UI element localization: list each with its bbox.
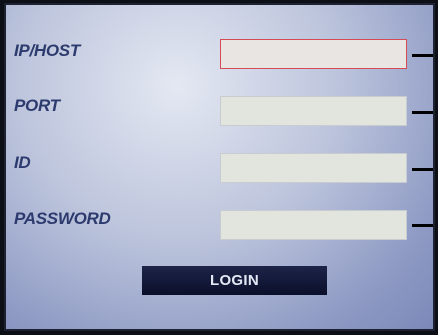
port-pointer-line (412, 111, 433, 114)
port-input[interactable] (221, 97, 406, 125)
id-label: ID (14, 153, 31, 172)
id-pointer-line (412, 168, 433, 171)
ip-host-input[interactable] (221, 40, 406, 68)
password-label: PASSWORD (14, 209, 111, 228)
id-field[interactable] (220, 153, 407, 183)
port-label: PORT (14, 96, 60, 115)
login-button[interactable]: LOGIN (142, 266, 327, 295)
login-screen: IP/HOST PORT ID PASSWORD LOGIN (4, 3, 435, 331)
password-pointer-line (412, 224, 433, 227)
password-field[interactable] (220, 210, 407, 240)
port-field[interactable] (220, 96, 407, 126)
ip-host-field[interactable] (220, 39, 407, 69)
ip-host-pointer-line (412, 54, 433, 57)
id-input[interactable] (221, 154, 406, 182)
ip-host-label: IP/HOST (14, 41, 80, 60)
password-input[interactable] (221, 211, 406, 239)
